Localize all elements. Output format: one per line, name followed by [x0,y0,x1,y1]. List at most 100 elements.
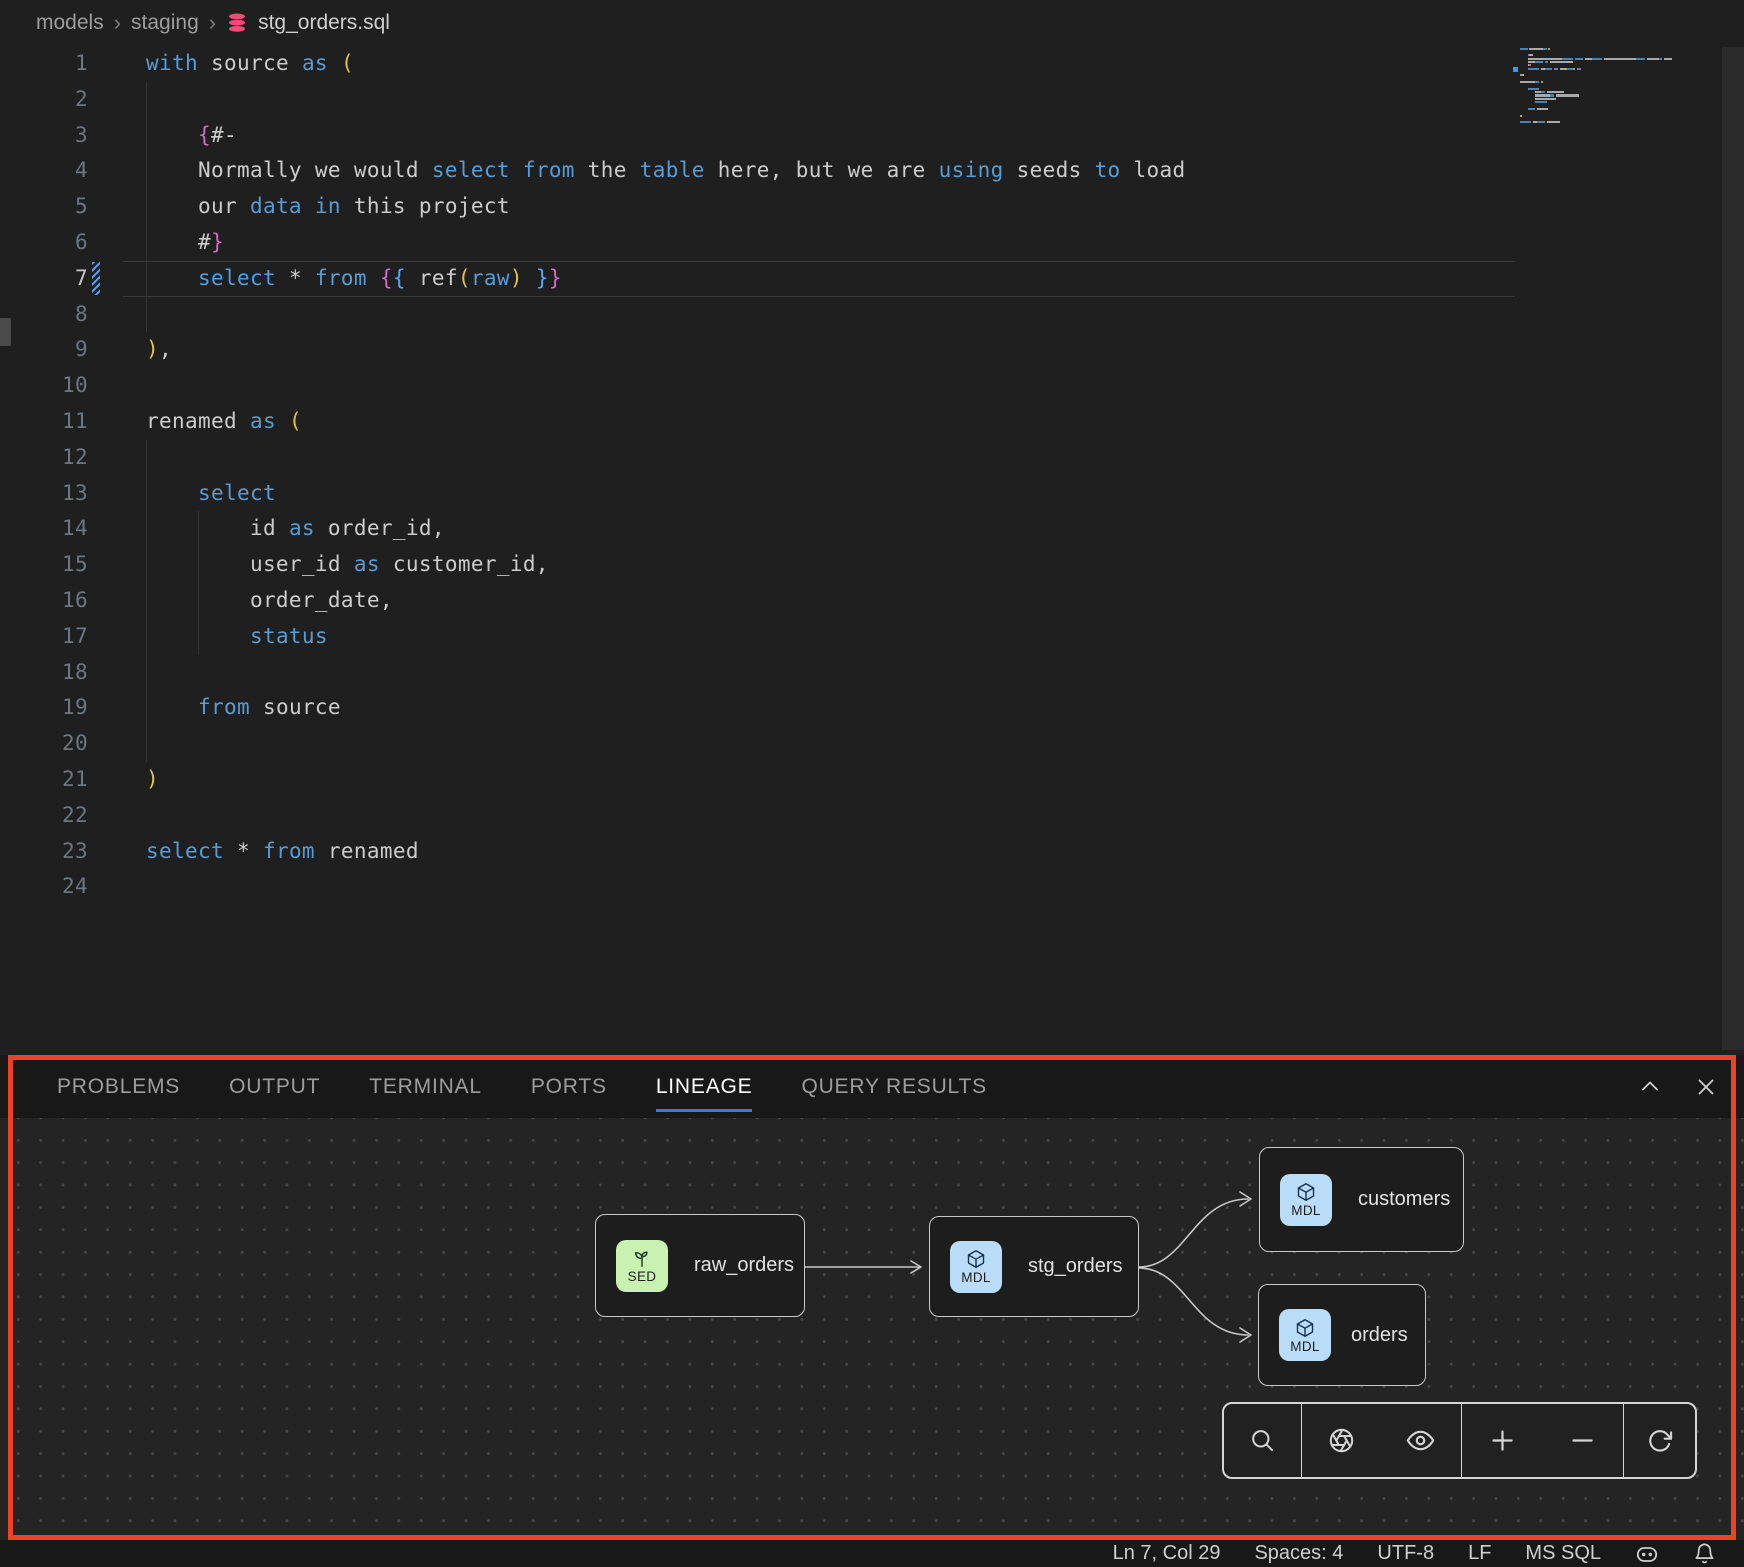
status-ln[interactable]: Ln 7, Col 29 [1113,1542,1221,1565]
lineage-node-customers[interactable]: MDLcustomers [1259,1147,1464,1252]
code-line-8[interactable]: 8 [0,297,1186,333]
code-line-15[interactable]: 15 user_id as customer_id, [0,547,1186,583]
minimap[interactable] [1520,47,1700,127]
line-number: 14 [0,511,88,547]
zoom-in-icon [1488,1426,1517,1455]
edge-stg_orders-customers [1139,1199,1248,1267]
line-number: 17 [0,619,88,655]
line-number: 3 [0,118,88,154]
editor-scrollbar[interactable] [1722,47,1744,1050]
vscode-window: models › staging › stg_orders.sql 1with … [0,0,1744,1567]
zoom-out-button[interactable] [1568,1426,1597,1455]
line-number: 16 [0,583,88,619]
code-text: select * from renamed [146,834,419,870]
close-panel-button[interactable] [1694,1075,1718,1099]
line-number: 24 [0,869,88,905]
cube-icon [1294,1317,1316,1339]
code-line-10[interactable]: 10 [0,368,1186,404]
lineage-toolbar [1222,1402,1697,1479]
tab-problems[interactable]: PROBLEMS [57,1071,180,1103]
cube-icon [965,1248,987,1270]
line-number: 1 [0,46,88,82]
code-line-14[interactable]: 14 id as order_id, [0,511,1186,547]
search-icon [1249,1427,1276,1454]
maximize-panel-button[interactable] [1638,1075,1662,1099]
lineage-node-stg_orders[interactable]: MDLstg_orders [929,1216,1139,1317]
code-text: from source [146,690,341,726]
cube-badge: MDL [1280,1174,1332,1226]
code-line-13[interactable]: 13 select [0,476,1186,512]
code-text: user_id as customer_id, [146,547,549,583]
line-number: 22 [0,798,88,834]
code-line-19[interactable]: 19 from source [0,690,1186,726]
code-line-18[interactable]: 18 [0,655,1186,691]
tab-output[interactable]: OUTPUT [229,1071,320,1103]
line-number: 21 [0,762,88,798]
visibility-button[interactable] [1406,1426,1435,1455]
code-line-11[interactable]: 11renamed as ( [0,404,1186,440]
code-line-6[interactable]: 6 #} [0,225,1186,261]
badge-label: MDL [1291,1203,1320,1219]
code-line-5[interactable]: 5 our data in this project [0,189,1186,225]
line-number: 20 [0,726,88,762]
code-line-20[interactable]: 20 [0,726,1186,762]
refresh-icon [1646,1427,1674,1455]
lineage-canvas[interactable]: SEDraw_ordersMDLstg_ordersMDLcustomersMD… [0,1118,1744,1540]
code-line-21[interactable]: 21) [0,762,1186,798]
code-line-2[interactable]: 2 [0,82,1186,118]
line-number: 6 [0,225,88,261]
line-number: 12 [0,440,88,476]
code-line-24[interactable]: 24 [0,869,1186,905]
code-text: select [146,476,276,512]
badge-label: MDL [1290,1339,1319,1355]
tab-ports[interactable]: PORTS [531,1071,607,1103]
status-ms[interactable]: MS SQL [1525,1542,1601,1565]
zoom-in-button[interactable] [1488,1426,1517,1455]
code-text: renamed as ( [146,404,302,440]
code-line-23[interactable]: 23select * from renamed [0,834,1186,870]
edge-stg_orders-orders [1139,1268,1248,1335]
code-text: id as order_id, [146,511,445,547]
lineage-node-raw_orders[interactable]: SED raw_orders [595,1214,805,1317]
line-number: 2 [0,82,88,118]
snapshot-button[interactable] [1328,1427,1355,1454]
status-lf[interactable]: LF [1468,1542,1491,1565]
status-utf-8[interactable]: UTF-8 [1377,1542,1434,1565]
node-label: raw_orders [694,1254,794,1277]
code-line-3[interactable]: 3 {#- [0,118,1186,154]
code-line-9[interactable]: 9), [0,332,1186,368]
code-text: our data in this project [146,189,510,225]
tab-query-results[interactable]: QUERY RESULTS [801,1071,986,1103]
code-line-17[interactable]: 17 status [0,619,1186,655]
node-label: stg_orders [1028,1255,1123,1278]
code-line-22[interactable]: 22 [0,798,1186,834]
close-icon [1694,1075,1718,1099]
line-number: 8 [0,297,88,333]
status-spaces[interactable]: Spaces: 4 [1254,1542,1343,1565]
eye-icon [1406,1426,1435,1455]
code-line-4[interactable]: 4 Normally we would select from the tabl… [0,153,1186,189]
code-line-1[interactable]: 1with source as ( [0,46,1186,82]
tab-lineage[interactable]: LINEAGE [656,1071,753,1103]
badge-label: SED [628,1269,657,1285]
line-number: 18 [0,655,88,691]
notifications-bell-icon[interactable] [1693,1542,1716,1565]
refresh-button[interactable] [1646,1427,1674,1455]
line-number: 5 [0,189,88,225]
copilot-icon[interactable] [1635,1542,1659,1566]
line-number: 10 [0,368,88,404]
code-editor[interactable]: 1with source as (23 {#-4 Normally we wou… [0,0,1744,1055]
code-text: ), [146,332,172,368]
lineage-node-orders[interactable]: MDLorders [1258,1284,1426,1386]
tab-terminal[interactable]: TERMINAL [369,1071,482,1103]
chevron-up-icon [1638,1075,1662,1099]
code-text: #} [146,225,224,261]
code-line-12[interactable]: 12 [0,440,1186,476]
editor-left-decoration [0,318,11,346]
code-line-16[interactable]: 16 order_date, [0,583,1186,619]
code-text: order_date, [146,583,393,619]
code-line-7[interactable]: 7 select * from {{ ref(raw) }} [0,261,1186,297]
line-number: 4 [0,153,88,189]
search-button[interactable] [1249,1427,1276,1454]
line-number: 13 [0,476,88,512]
